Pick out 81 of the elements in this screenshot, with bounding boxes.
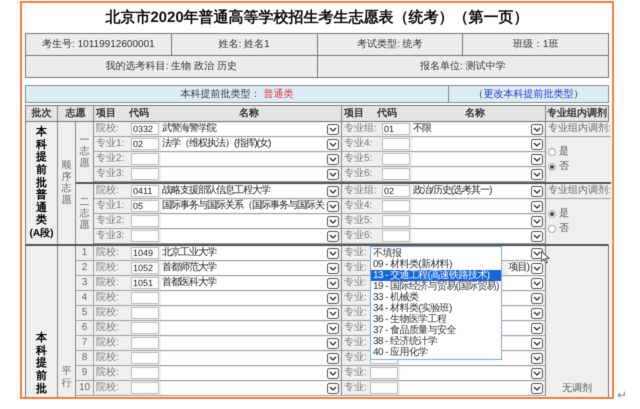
- field-label: 专业:: [344, 307, 368, 319]
- field-label: 专业5:: [344, 153, 374, 165]
- adjust-label: 专业组内调剂:: [546, 184, 611, 199]
- column-header: 项目: [344, 107, 365, 121]
- bracket-text: （: [474, 88, 484, 102]
- field-label: 专业:: [344, 247, 368, 259]
- choice-label: 二志愿: [80, 196, 90, 232]
- row-number: 8: [76, 351, 94, 366]
- field-label: 专业6:: [344, 230, 374, 242]
- form-title: 北京市2020年普通高等学校招生考生志愿表（统考）（第一页）: [105, 8, 529, 28]
- info-cell: 报名单位: 测试中学: [318, 56, 609, 78]
- row-number: 3: [76, 276, 94, 291]
- field-label: 专业:: [344, 262, 368, 274]
- field-label: 专业:: [344, 292, 368, 304]
- column-header: 名称: [464, 106, 486, 121]
- field-label: 院校:: [96, 262, 120, 274]
- field-label: 院校:: [96, 247, 120, 259]
- row-number: 1: [76, 246, 94, 261]
- field-label: 专业:: [344, 337, 368, 349]
- choice-label: 一志愿: [80, 134, 90, 170]
- field-label: 院校:: [96, 307, 120, 319]
- column-header: 批次: [26, 106, 58, 121]
- field-label: 专业2:: [96, 215, 126, 227]
- info-cell: 班级：1班: [463, 34, 609, 56]
- field-label: 院校:: [96, 185, 120, 197]
- radio-label: 是: [559, 208, 569, 220]
- batch-type-label: 本科提前批类型：: [180, 88, 260, 102]
- field-label: 专业:: [344, 322, 368, 334]
- adjust-label: 专业组内调剂:: [546, 122, 611, 137]
- column-header: 专业组内调剂: [546, 106, 608, 121]
- row-number: 9: [76, 366, 94, 381]
- field-label: 专业组:: [344, 185, 378, 197]
- bracket-text: ）: [574, 88, 584, 102]
- column-header: 代码: [129, 106, 150, 121]
- batch-type-value: 普通类: [264, 88, 294, 102]
- info-cell: 姓名: 姓名1: [172, 34, 318, 56]
- field-label: 院校:: [96, 292, 120, 304]
- field-label: 院校:: [96, 322, 120, 334]
- field-label: 专业组:: [344, 123, 378, 135]
- radio-label: 否: [559, 223, 569, 235]
- field-label: 专业2:: [96, 153, 126, 165]
- info-cell: 考生号: 10119912600001: [26, 34, 172, 56]
- radio-label: 是: [559, 146, 569, 158]
- field-label: 专业:: [344, 277, 368, 289]
- field-label: 专业:: [344, 352, 368, 364]
- return-mark: ↵: [617, 387, 627, 404]
- field-label: 院校:: [96, 277, 120, 289]
- radio-label: 否: [559, 161, 569, 173]
- field-label: 专业5:: [344, 215, 374, 227]
- field-label: 专业1:: [96, 138, 126, 150]
- row-number: 10: [76, 381, 94, 396]
- field-label: 专业:: [344, 367, 368, 379]
- adjust-text: 无调剂: [562, 383, 592, 395]
- field-label: 院校:: [96, 337, 120, 349]
- row-number: 7: [76, 336, 94, 351]
- field-label: 专业4:: [344, 138, 374, 150]
- field-label: 专业1:: [96, 200, 126, 212]
- column-header: 志愿: [58, 106, 94, 121]
- batch-note: (A段): [30, 227, 54, 240]
- field-label: 院校:: [96, 367, 120, 379]
- row-number: 4: [76, 291, 94, 306]
- field-label: 专业4:: [344, 200, 374, 212]
- column-header: 代码: [377, 106, 398, 121]
- field-label: 专业3:: [96, 168, 126, 180]
- field-label: 专业3:: [96, 230, 126, 242]
- mode-label: 平行: [62, 366, 72, 389]
- batch-label: 本科提前批: [36, 332, 47, 396]
- column-header: 名称: [238, 106, 260, 121]
- field-label: 专业6:: [344, 168, 374, 180]
- field-label: 院校:: [96, 123, 120, 135]
- field-label: 院校:: [96, 382, 120, 394]
- row-number: 6: [76, 321, 94, 336]
- column-header: 项目: [96, 107, 117, 121]
- field-label: 院校:: [96, 352, 120, 364]
- batch-label: 本科提前批普通类: [36, 126, 47, 228]
- row-number: 5: [76, 306, 94, 321]
- row-number: 2: [76, 261, 94, 276]
- field-label: 专业:: [344, 382, 368, 394]
- mode-label: 顺序志愿: [62, 160, 72, 206]
- info-cell: 我的选考科目: 生物 政治 历史: [26, 56, 318, 78]
- info-cell: 考试类型: 统考: [318, 34, 464, 56]
